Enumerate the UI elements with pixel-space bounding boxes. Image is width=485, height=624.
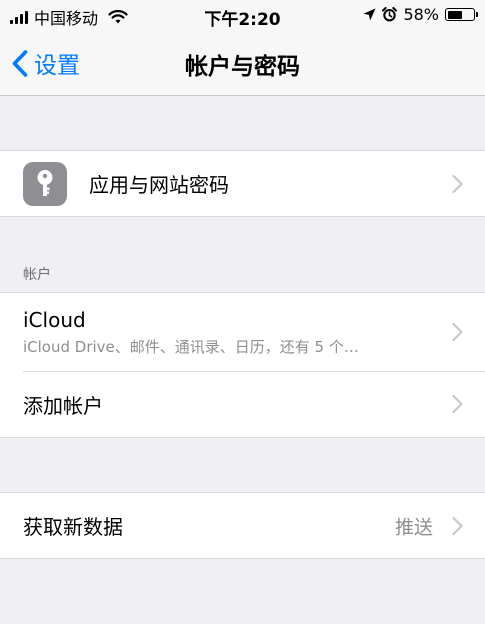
status-bar: 中国移动 下午2:20 58% xyxy=(0,0,485,30)
chevron-right-icon xyxy=(452,394,463,414)
nav-bar: 设置 帐户与密码 xyxy=(0,30,485,96)
fetch-new-data-value: 推送 xyxy=(394,516,433,538)
icloud-subtitle: iCloud Drive、邮件、通讯录、日历，还有 5 个… xyxy=(23,337,359,356)
icloud-title: iCloud xyxy=(23,307,86,332)
accounts-group: iCloud iCloud Drive、邮件、通讯录、日历，还有 5 个… 添加… xyxy=(0,292,485,438)
add-account-label: 添加帐户 xyxy=(23,393,103,418)
add-account-row[interactable]: 添加帐户 xyxy=(0,371,485,437)
location-icon xyxy=(363,8,376,21)
alarm-icon xyxy=(382,7,398,22)
accounts-section-header: 帐户 xyxy=(23,267,51,283)
battery-percent: 58% xyxy=(403,5,439,24)
battery-icon xyxy=(445,8,478,21)
battery-fill xyxy=(447,10,462,19)
key-icon xyxy=(23,161,67,206)
status-right: 58% xyxy=(363,5,478,24)
passwords-group: 应用与网站密码 xyxy=(0,150,485,217)
chevron-right-icon xyxy=(452,516,463,535)
fetch-group: 获取新数据 推送 xyxy=(0,492,485,559)
app-website-passwords-row[interactable]: 应用与网站密码 xyxy=(0,151,485,216)
fetch-new-data-label: 获取新数据 xyxy=(23,515,123,539)
chevron-right-icon xyxy=(452,322,463,342)
fetch-new-data-row[interactable]: 获取新数据 推送 xyxy=(0,493,485,558)
app-website-passwords-label: 应用与网站密码 xyxy=(89,173,229,197)
icloud-row[interactable]: iCloud iCloud Drive、邮件、通讯录、日历，还有 5 个… xyxy=(0,293,485,371)
chevron-right-icon xyxy=(452,174,463,193)
icloud-text: iCloud iCloud Drive、邮件、通讯录、日历，还有 5 个… xyxy=(23,308,359,357)
page-title: 帐户与密码 xyxy=(185,54,300,80)
